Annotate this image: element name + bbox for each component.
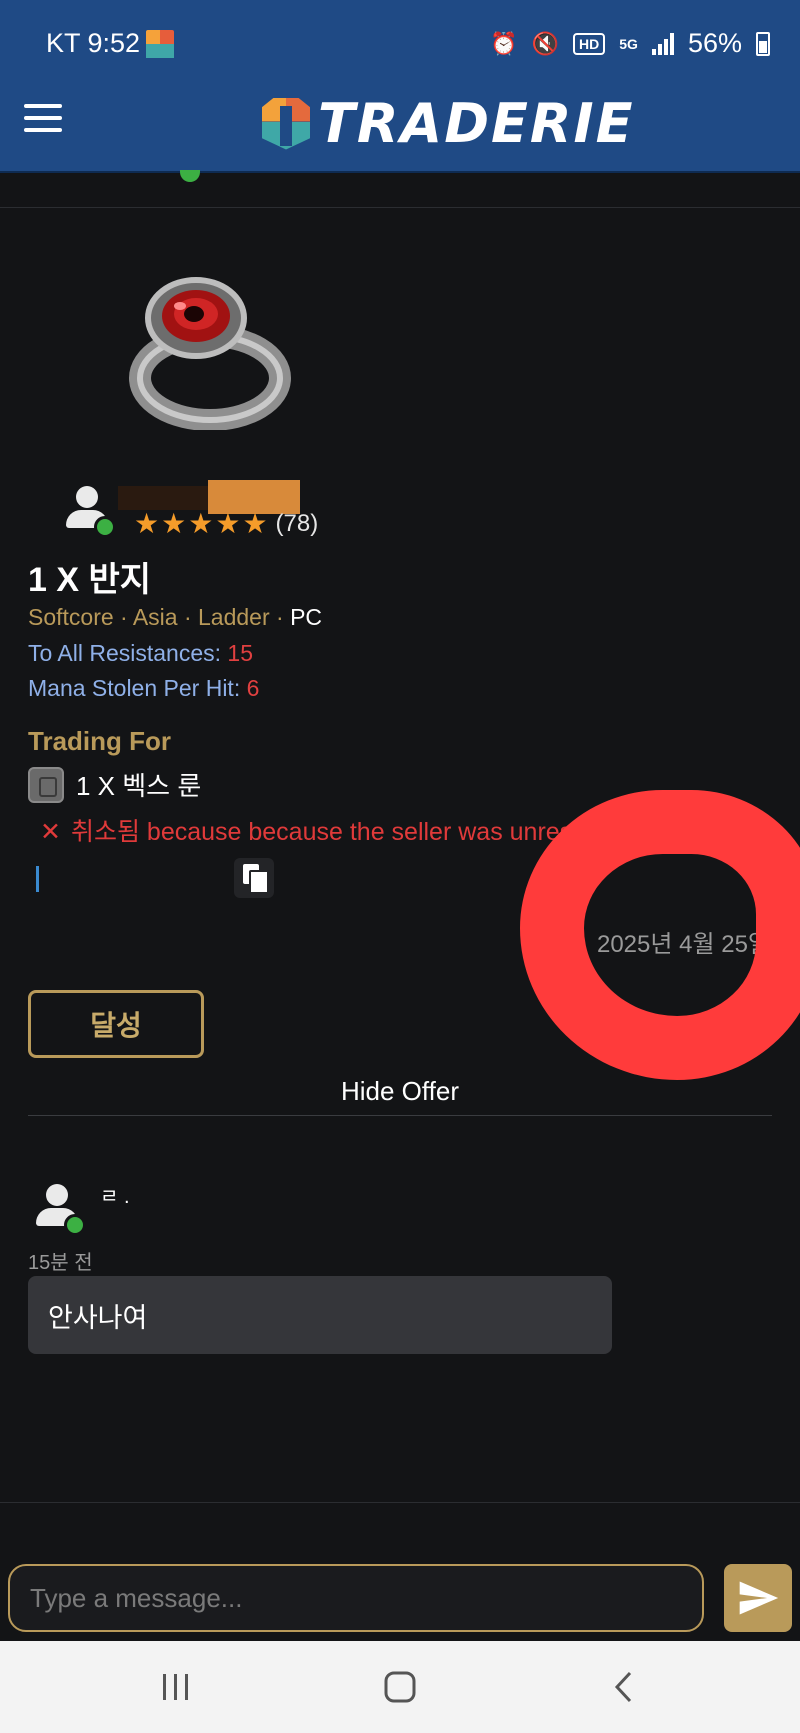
traderie-logo-icon (262, 97, 310, 150)
logo-text: TRADERIE (318, 92, 635, 155)
item-property: To All Resistances: 15 (28, 640, 253, 667)
redacted-username (118, 486, 208, 510)
star-icon: ★ (242, 508, 268, 539)
star-icon: ★ (188, 508, 214, 539)
back-button[interactable] (594, 1667, 654, 1707)
copy-icon[interactable] (234, 858, 274, 898)
star-icon: ★ (161, 508, 187, 539)
online-indicator-partial (180, 170, 200, 182)
red-annotation-circle (520, 790, 800, 1080)
rating-count: (78) (275, 510, 319, 537)
property-value: 6 (246, 675, 260, 701)
property-name: To All Resistances: (28, 640, 228, 666)
property-name: Mana Stolen Per Hit: (28, 675, 247, 701)
seller-row[interactable]: ★ ★ ★ ★ ★ (78) (64, 480, 364, 542)
recent-apps-button[interactable] (146, 1667, 206, 1707)
user-avatar-icon (64, 482, 116, 538)
cancel-reason: because because the seller was unresp (139, 818, 587, 846)
chat-message-user[interactable]: ㄹ . (34, 1180, 234, 1240)
vex-rune-icon (28, 766, 64, 803)
status-bar: KT 9:52 ⏰ 🔇 HD 5G 56% (0, 0, 800, 86)
property-value: 15 (227, 640, 254, 666)
user-avatar-icon (34, 1180, 86, 1236)
home-button[interactable] (370, 1667, 430, 1707)
redacted-contact (36, 866, 236, 892)
battery-percent: 56% (687, 28, 742, 58)
divider (0, 1502, 800, 1503)
mute-icon: 🔇 (531, 30, 560, 56)
battery-icon (756, 31, 770, 56)
trading-for-item[interactable]: 1 X 벡스 룬 (28, 766, 201, 803)
traderie-notification-icon (146, 29, 175, 58)
cancel-status-label: 취소됨 (70, 818, 140, 846)
send-icon (739, 1581, 779, 1615)
trading-for-heading: Trading For (28, 726, 171, 756)
network-5g-icon: 5G (619, 35, 638, 52)
back-icon (614, 1671, 632, 1703)
cancel-x-icon: ✕ (40, 818, 61, 846)
home-icon (384, 1671, 416, 1703)
star-icon: ★ (215, 508, 241, 539)
item-meta: Softcore · Asia · Ladder · PC (28, 604, 322, 631)
chat-bubble: 안사나여 (28, 1276, 612, 1354)
platform-label: PC (290, 604, 323, 630)
recent-apps-icon (163, 1674, 188, 1700)
online-status-icon (94, 516, 116, 538)
chat-username: ㄹ . (100, 1186, 130, 1208)
traderie-logo[interactable]: TRADERIE (262, 92, 634, 155)
achieve-button[interactable]: 달성 (28, 990, 204, 1058)
hide-offer-link[interactable]: Hide Offer (0, 1076, 800, 1107)
hamburger-menu-button[interactable] (24, 104, 62, 132)
chat-message-text: 안사나여 (48, 1302, 148, 1333)
contact-row (28, 858, 278, 898)
divider (0, 207, 800, 208)
seller-rating: ★ ★ ★ ★ ★ (78) (134, 510, 318, 538)
alarm-icon: ⏰ (490, 30, 518, 56)
divider (28, 1115, 772, 1116)
hd-icon: HD (573, 32, 606, 55)
send-button[interactable] (724, 1564, 792, 1632)
carrier-time: KT 9:52 (46, 28, 141, 58)
chat-timestamp: 15분 전 (28, 1252, 93, 1274)
signal-icon (651, 32, 674, 55)
star-icon: ★ (134, 508, 160, 539)
item-property: Mana Stolen Per Hit: 6 (28, 675, 259, 702)
trading-for-item-label: 1 X 벡스 룬 (76, 771, 202, 801)
online-status-icon (64, 1214, 86, 1236)
mode-region-ladder: Softcore · Asia · Ladder · (28, 604, 291, 630)
item-title: 1 X 반지 (28, 561, 152, 599)
ring-item-image (129, 277, 291, 430)
system-nav-bar (0, 1641, 800, 1733)
message-input[interactable] (8, 1564, 704, 1632)
app-header: KT 9:52 ⏰ 🔇 HD 5G 56% TRADERIE (0, 0, 800, 173)
